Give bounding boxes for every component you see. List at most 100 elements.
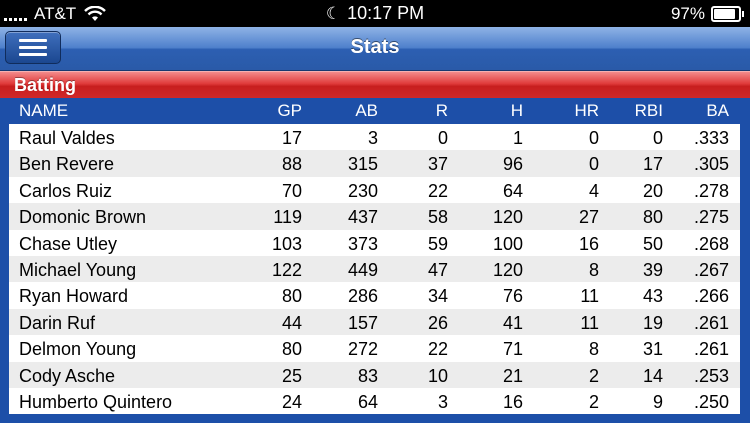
section-header: Batting <box>0 71 750 98</box>
games-played-cell: 103 <box>271 233 302 254</box>
batting-average-cell: .268 <box>693 233 729 254</box>
hits-cell: 16 <box>502 391 523 412</box>
batting-average-cell: .261 <box>693 339 729 360</box>
games-played-cell: 24 <box>281 391 302 412</box>
rbi-cell: 9 <box>652 391 663 412</box>
batting-average-cell: .267 <box>693 259 729 280</box>
at-bats-cell: 286 <box>347 286 378 307</box>
table-row[interactable]: Michael Young 122 449 47 120 8 39 .267 <box>9 255 740 283</box>
clock: 10:17 PM <box>347 3 425 23</box>
page-title: Stats <box>350 36 400 58</box>
rbi-cell: 17 <box>642 154 663 175</box>
runs-cell: 58 <box>427 207 448 228</box>
games-played-cell: 80 <box>281 286 302 307</box>
table-row[interactable]: Chase Utley 103 373 59 100 16 50 .268 <box>9 229 740 256</box>
runs-cell: 10 <box>427 365 448 386</box>
status-bar: AT&T ☾ 10:17 PM 97% <box>0 0 750 27</box>
runs-cell: 37 <box>427 154 448 175</box>
battery-icon <box>711 6 741 22</box>
at-bats-cell: 272 <box>347 339 378 360</box>
at-bats-cell: 315 <box>347 154 378 175</box>
table-row[interactable]: Delmon Young 80 272 22 71 8 31 .261 <box>9 335 740 362</box>
home-runs-cell: 16 <box>578 233 599 254</box>
home-runs-cell: 27 <box>578 207 599 228</box>
battery-tip <box>742 11 744 17</box>
moon-icon: ☾ <box>325 4 342 23</box>
games-played-cell: 17 <box>281 128 302 148</box>
at-bats-cell: 3 <box>367 128 378 148</box>
rbi-cell: 20 <box>642 180 663 201</box>
games-played-cell: 88 <box>281 154 302 175</box>
batting-average-cell: .275 <box>693 207 729 228</box>
table-row[interactable]: Raul Valdes 17 3 0 1 0 0 .333 <box>9 124 740 151</box>
hits-cell: 120 <box>492 259 523 280</box>
table-row[interactable]: Ryan Howard 80 286 34 76 11 43 .266 <box>9 282 740 309</box>
column-header-name[interactable]: NAME <box>19 101 68 121</box>
rbi-cell: 39 <box>642 259 663 280</box>
table-row[interactable]: Ben Revere 88 315 37 96 0 17 .305 <box>9 150 740 177</box>
rbi-cell: 14 <box>642 365 663 386</box>
rbi-cell: 31 <box>642 339 663 360</box>
runs-cell: 0 <box>437 128 448 148</box>
column-header-h[interactable]: H <box>463 101 523 121</box>
player-name-cell: Domonic Brown <box>19 207 147 228</box>
hits-cell: 96 <box>502 154 523 175</box>
at-bats-cell: 64 <box>357 391 378 412</box>
batting-average-cell: .305 <box>693 154 729 175</box>
hits-cell: 1 <box>512 128 523 148</box>
batting-average-cell: .250 <box>693 391 729 412</box>
table-header: NAME GP AB R H HR RBI BA <box>9 98 740 124</box>
player-name-cell: Delmon Young <box>19 339 137 360</box>
column-header-r[interactable]: R <box>388 101 448 121</box>
runs-cell: 47 <box>427 259 448 280</box>
column-header-ba[interactable]: BA <box>669 101 729 121</box>
player-name-cell: Humberto Quintero <box>19 391 173 412</box>
rbi-cell: 43 <box>642 286 663 307</box>
hits-cell: 41 <box>502 312 523 333</box>
home-runs-cell: 2 <box>588 391 599 412</box>
home-runs-cell: 11 <box>580 286 599 307</box>
games-played-cell: 25 <box>281 365 302 386</box>
rbi-cell: 19 <box>642 312 663 333</box>
at-bats-cell: 373 <box>347 233 378 254</box>
column-header-rbi[interactable]: RBI <box>603 101 663 121</box>
at-bats-cell: 83 <box>357 365 378 386</box>
at-bats-cell: 437 <box>347 207 378 228</box>
batting-table[interactable]: NAME GP AB R H HR RBI BA Raul Valdes 17 3 0… <box>9 98 740 423</box>
runs-cell: 22 <box>427 339 448 360</box>
rbi-cell: 0 <box>652 128 663 148</box>
home-runs-cell: 4 <box>588 180 599 201</box>
batting-average-cell: .278 <box>693 180 729 201</box>
player-name-cell: Ben Revere <box>19 154 115 175</box>
table-row[interactable]: Cody Asche 25 83 10 21 2 14 .253 <box>9 361 740 388</box>
batting-average-cell: .266 <box>693 286 729 307</box>
hits-cell: 76 <box>502 286 523 307</box>
games-played-cell: 70 <box>281 180 302 201</box>
player-name-cell: Raul Valdes <box>19 128 115 148</box>
hits-cell: 100 <box>492 233 523 254</box>
table-row[interactable]: Domonic Brown 119 437 58 120 27 80 .275 <box>9 203 740 230</box>
column-header-gp[interactable]: GP <box>242 101 302 121</box>
rbi-cell: 50 <box>642 233 663 254</box>
table-row[interactable]: Darin Ruf 44 157 26 41 11 19 .261 <box>9 308 740 336</box>
runs-cell: 34 <box>427 286 448 307</box>
column-header-ab[interactable]: AB <box>318 101 378 121</box>
table-row[interactable]: Carlos Ruiz 70 230 22 64 4 20 .278 <box>9 176 740 204</box>
home-runs-cell: 8 <box>588 259 599 280</box>
home-runs-cell: 11 <box>580 312 599 333</box>
at-bats-cell: 230 <box>347 180 378 201</box>
home-runs-cell: 2 <box>588 365 599 386</box>
section-title: Batting <box>14 75 76 95</box>
games-played-cell: 44 <box>281 312 302 333</box>
battery-percent: 97% <box>670 4 705 23</box>
hits-cell: 71 <box>502 339 523 360</box>
player-name-cell: Cody Asche <box>19 365 116 386</box>
player-name-cell: Michael Young <box>19 259 137 280</box>
table-row[interactable]: Humberto Quintero 24 64 3 16 2 9.250 <box>9 387 740 415</box>
hits-cell: 64 <box>502 180 523 201</box>
runs-cell: 3 <box>437 391 448 412</box>
runs-cell: 59 <box>427 233 448 254</box>
batting-average-cell: .333 <box>693 128 729 148</box>
column-header-hr[interactable]: HR <box>539 101 599 121</box>
runs-cell: 26 <box>427 312 448 333</box>
